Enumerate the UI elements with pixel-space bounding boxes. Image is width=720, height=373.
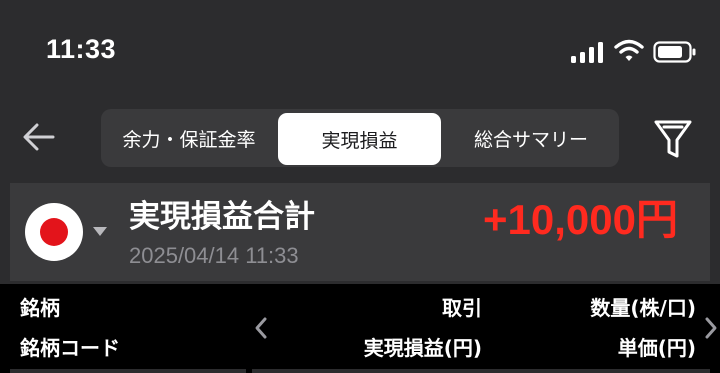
header-symbol: 銘柄 — [20, 296, 60, 320]
filter-icon[interactable] — [653, 118, 693, 160]
header-realized-pl: 実現損益(円) — [363, 336, 482, 360]
signal-icon — [571, 42, 603, 63]
summary-timestamp: 2025/04/14 11:33 — [129, 243, 299, 268]
table-header: 銘柄 銘柄コード 取引 実現損益(円) 数量(株/口) 単価(円) — [0, 284, 720, 373]
tab-realized-pl[interactable]: 実現損益 — [278, 113, 441, 165]
japan-flag-icon[interactable] — [24, 202, 84, 262]
list-top-divider — [10, 369, 710, 373]
chevron-down-icon[interactable] — [92, 225, 108, 237]
header-symbol-code: 銘柄コード — [20, 336, 120, 360]
status-time: 11:33 — [46, 34, 117, 64]
status-bar: 11:33 — [0, 0, 720, 100]
header-unit-price: 単価(円) — [617, 336, 696, 360]
realized-pl-total: +10,000円 — [483, 196, 678, 243]
back-arrow-icon[interactable] — [22, 120, 56, 154]
battery-icon — [653, 41, 696, 63]
header-quantity: 数量(株/口) — [590, 296, 696, 320]
tab-margin-rate[interactable]: 余力・保証金率 — [101, 109, 277, 167]
chevron-left-icon[interactable] — [252, 316, 270, 340]
wifi-icon — [614, 39, 644, 61]
header-trade: 取引 — [442, 296, 482, 320]
segmented-tabs: 余力・保証金率 実現損益 総合サマリー — [101, 109, 619, 167]
summary-title: 実現損益合計 — [129, 199, 315, 235]
realized-pl-summary-card: 実現損益合計 2025/04/14 11:33 +10,000円 — [10, 183, 710, 281]
tab-overall-summary[interactable]: 総合サマリー — [443, 109, 619, 167]
chevron-right-icon[interactable] — [702, 316, 720, 340]
